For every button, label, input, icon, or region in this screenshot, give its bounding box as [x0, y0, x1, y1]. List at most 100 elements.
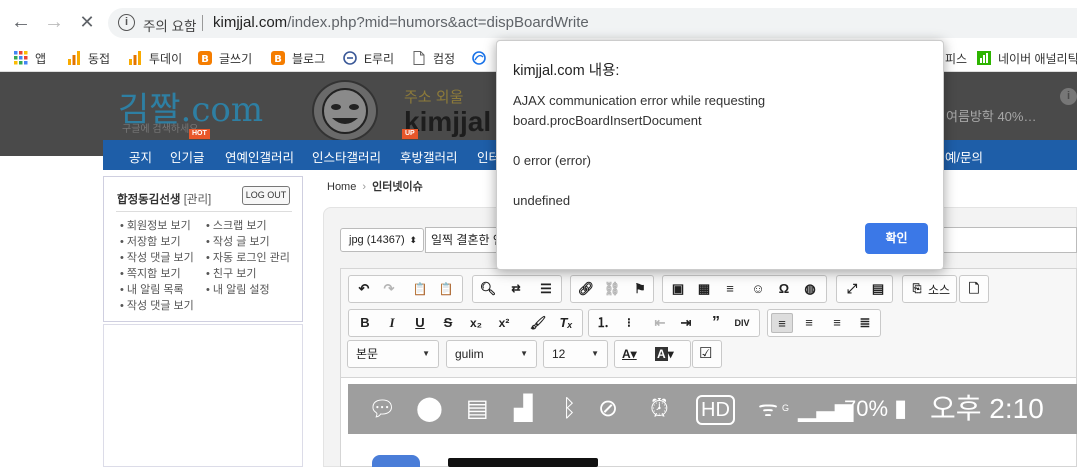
- strikethrough-icon[interactable]: S: [437, 313, 459, 333]
- back-icon[interactable]: ←: [9, 10, 33, 34]
- show-blocks-icon[interactable]: ▤: [867, 279, 889, 299]
- ad-info-icon[interactable]: i: [1060, 88, 1077, 105]
- link-my-comments-2[interactable]: • 작성 댓글 보기: [120, 297, 194, 313]
- ok-button[interactable]: 확인: [865, 223, 928, 254]
- smiley-icon[interactable]: ☺: [747, 279, 769, 299]
- steps-icon: ▟: [514, 395, 533, 422]
- align-left-icon[interactable]: ≡: [771, 313, 793, 333]
- find-icon[interactable]: 🔍︎: [477, 279, 499, 299]
- bold-icon[interactable]: B: [354, 313, 376, 333]
- nav-popular[interactable]: 인기글: [170, 147, 205, 166]
- mascot-image: [312, 80, 378, 142]
- e-circle-icon: [343, 51, 357, 65]
- create-div-icon[interactable]: DIV: [731, 313, 753, 333]
- breadcrumb-current[interactable]: 인터넷이슈: [372, 181, 423, 193]
- nav-inquiry[interactable]: 예/문의: [945, 147, 983, 166]
- nav-notice[interactable]: 공지: [129, 147, 152, 166]
- logo-subtitle: 구글에 검색하세요: [122, 124, 199, 135]
- source-button[interactable]: ⎘ 소스: [902, 275, 957, 303]
- nav-insta-gallery[interactable]: 인스타갤러리: [312, 147, 381, 166]
- paste-text-icon[interactable]: 📋: [435, 279, 457, 299]
- indent-icon[interactable]: ⇥: [675, 313, 697, 333]
- admin-link[interactable]: [관리]: [184, 194, 212, 206]
- chevron-down-icon: ▼: [422, 349, 430, 358]
- special-char-icon[interactable]: Ω: [773, 279, 795, 299]
- dialog-title: kimjjal.com 내용:: [513, 63, 620, 79]
- align-center-icon[interactable]: ≡: [798, 313, 820, 333]
- maximize-icon[interactable]: ⤢: [841, 279, 863, 299]
- format-select[interactable]: 본문 ▼: [347, 340, 439, 368]
- link-my-notifications[interactable]: • 내 알림 목록: [120, 281, 184, 297]
- url-text[interactable]: kimjjal.com/index.php?mid=humors&act=dis…: [213, 14, 589, 31]
- site-tagline: 주소 외울: [404, 89, 464, 106]
- replace-icon[interactable]: ⇄: [505, 279, 527, 299]
- logout-button[interactable]: LOG OUT: [242, 186, 290, 205]
- link-friends[interactable]: • 친구 보기: [206, 265, 256, 281]
- nav-celeb-gallery[interactable]: 연예인갤러리: [225, 147, 294, 166]
- bg-color-icon[interactable]: A ▾: [655, 341, 674, 367]
- bookmark-label: 피스: [945, 51, 968, 66]
- ad-text[interactable]: 여름방학 40%…: [946, 106, 1036, 125]
- blockquote-icon[interactable]: ”: [705, 313, 727, 333]
- security-label[interactable]: 주의 요함: [143, 15, 196, 35]
- forward-icon[interactable]: →: [42, 10, 66, 34]
- select-all-icon[interactable]: ☰: [535, 279, 557, 299]
- remove-format-icon[interactable]: Tₓ: [555, 313, 577, 333]
- browser-toolbar: ← → ✕ i 주의 요함 kimjjal.com/index.php?mid=…: [0, 0, 1077, 44]
- image-icon[interactable]: ▣: [667, 279, 689, 299]
- link-saved[interactable]: • 저장함 보기: [120, 233, 181, 249]
- align-right-icon[interactable]: ≡: [826, 313, 848, 333]
- underline-icon[interactable]: U: [409, 313, 431, 333]
- bookmark-blog[interactable]: B 블로그: [271, 49, 325, 67]
- bookmark-naver-analytics[interactable]: 네이버 애널리틱: [977, 49, 1077, 67]
- apps-grid-icon: [14, 51, 28, 65]
- link-icon[interactable]: 🔗︎: [575, 279, 597, 299]
- bookmark-apps[interactable]: 앱: [14, 49, 46, 67]
- checkbox-insert-icon[interactable]: ☑: [692, 340, 722, 368]
- bookmark-dongjeop[interactable]: 동접: [67, 49, 110, 67]
- dialog-line: undefined: [513, 193, 571, 208]
- new-page-button[interactable]: 🗋: [959, 275, 989, 303]
- numbered-list-icon[interactable]: ⒈: [592, 313, 614, 333]
- link-my-comments[interactable]: • 작성 댓글 보기: [120, 249, 194, 265]
- superscript-icon[interactable]: x²: [493, 313, 515, 333]
- bookmark-keomjeong[interactable]: 컴정: [412, 49, 455, 67]
- link-auto-login[interactable]: • 자동 로그인 관리: [206, 249, 290, 265]
- stop-loading-icon[interactable]: ✕: [75, 10, 99, 34]
- toolbar-group-find: 🔍︎ ⇄ ☰: [472, 275, 562, 303]
- bookmark-piseu[interactable]: 피스: [945, 49, 967, 67]
- nav-back-gallery[interactable]: 후방갤러리: [400, 147, 458, 166]
- toolbar-group-colors: A▾ A ▾: [614, 340, 691, 368]
- category-select[interactable]: jpg (14367) ⬍: [340, 228, 424, 252]
- breadcrumb-home[interactable]: Home: [327, 181, 356, 193]
- outdent-icon[interactable]: ⇤: [649, 313, 671, 333]
- omnibox[interactable]: i 주의 요함 kimjjal.com/index.php?mid=humors…: [108, 8, 1077, 38]
- undo-icon[interactable]: ↶: [353, 279, 375, 299]
- iframe-globe-icon[interactable]: ◍: [799, 279, 821, 299]
- bookmark-globe[interactable]: [472, 49, 493, 67]
- anchor-flag-icon[interactable]: ⚑: [629, 279, 651, 299]
- link-member-info[interactable]: • 회원정보 보기: [120, 217, 191, 233]
- link-notification-settings[interactable]: • 내 알림 설정: [206, 281, 270, 297]
- info-icon[interactable]: i: [118, 14, 135, 31]
- unlink-icon[interactable]: ⛓: [601, 279, 623, 299]
- bar-chart-icon: [129, 51, 141, 65]
- bookmark-eruri[interactable]: E루리: [343, 49, 394, 67]
- align-justify-icon[interactable]: ≣: [854, 313, 876, 333]
- horizontal-rule-icon[interactable]: ≡: [719, 279, 741, 299]
- link-messages[interactable]: • 쪽지함 보기: [120, 265, 181, 281]
- table-icon[interactable]: ▦: [693, 279, 715, 299]
- font-select[interactable]: gulim ▼: [446, 340, 537, 368]
- text-color-icon[interactable]: A▾: [622, 341, 637, 367]
- bookmark-write[interactable]: B 글쓰기: [198, 49, 252, 67]
- link-scraps[interactable]: • 스크랩 보기: [206, 217, 267, 233]
- paste-icon[interactable]: 📋: [409, 279, 431, 299]
- copy-format-icon[interactable]: 🖌︎: [527, 313, 549, 333]
- subscript-icon[interactable]: x₂: [465, 313, 487, 333]
- italic-icon[interactable]: I: [381, 313, 403, 333]
- font-size-select[interactable]: 12 ▼: [543, 340, 608, 368]
- bulleted-list-icon[interactable]: ⁝: [618, 313, 640, 333]
- redo-icon[interactable]: ↷: [378, 279, 400, 299]
- bookmark-today[interactable]: 투데이: [128, 49, 182, 67]
- link-my-posts[interactable]: • 작성 글 보기: [206, 233, 270, 249]
